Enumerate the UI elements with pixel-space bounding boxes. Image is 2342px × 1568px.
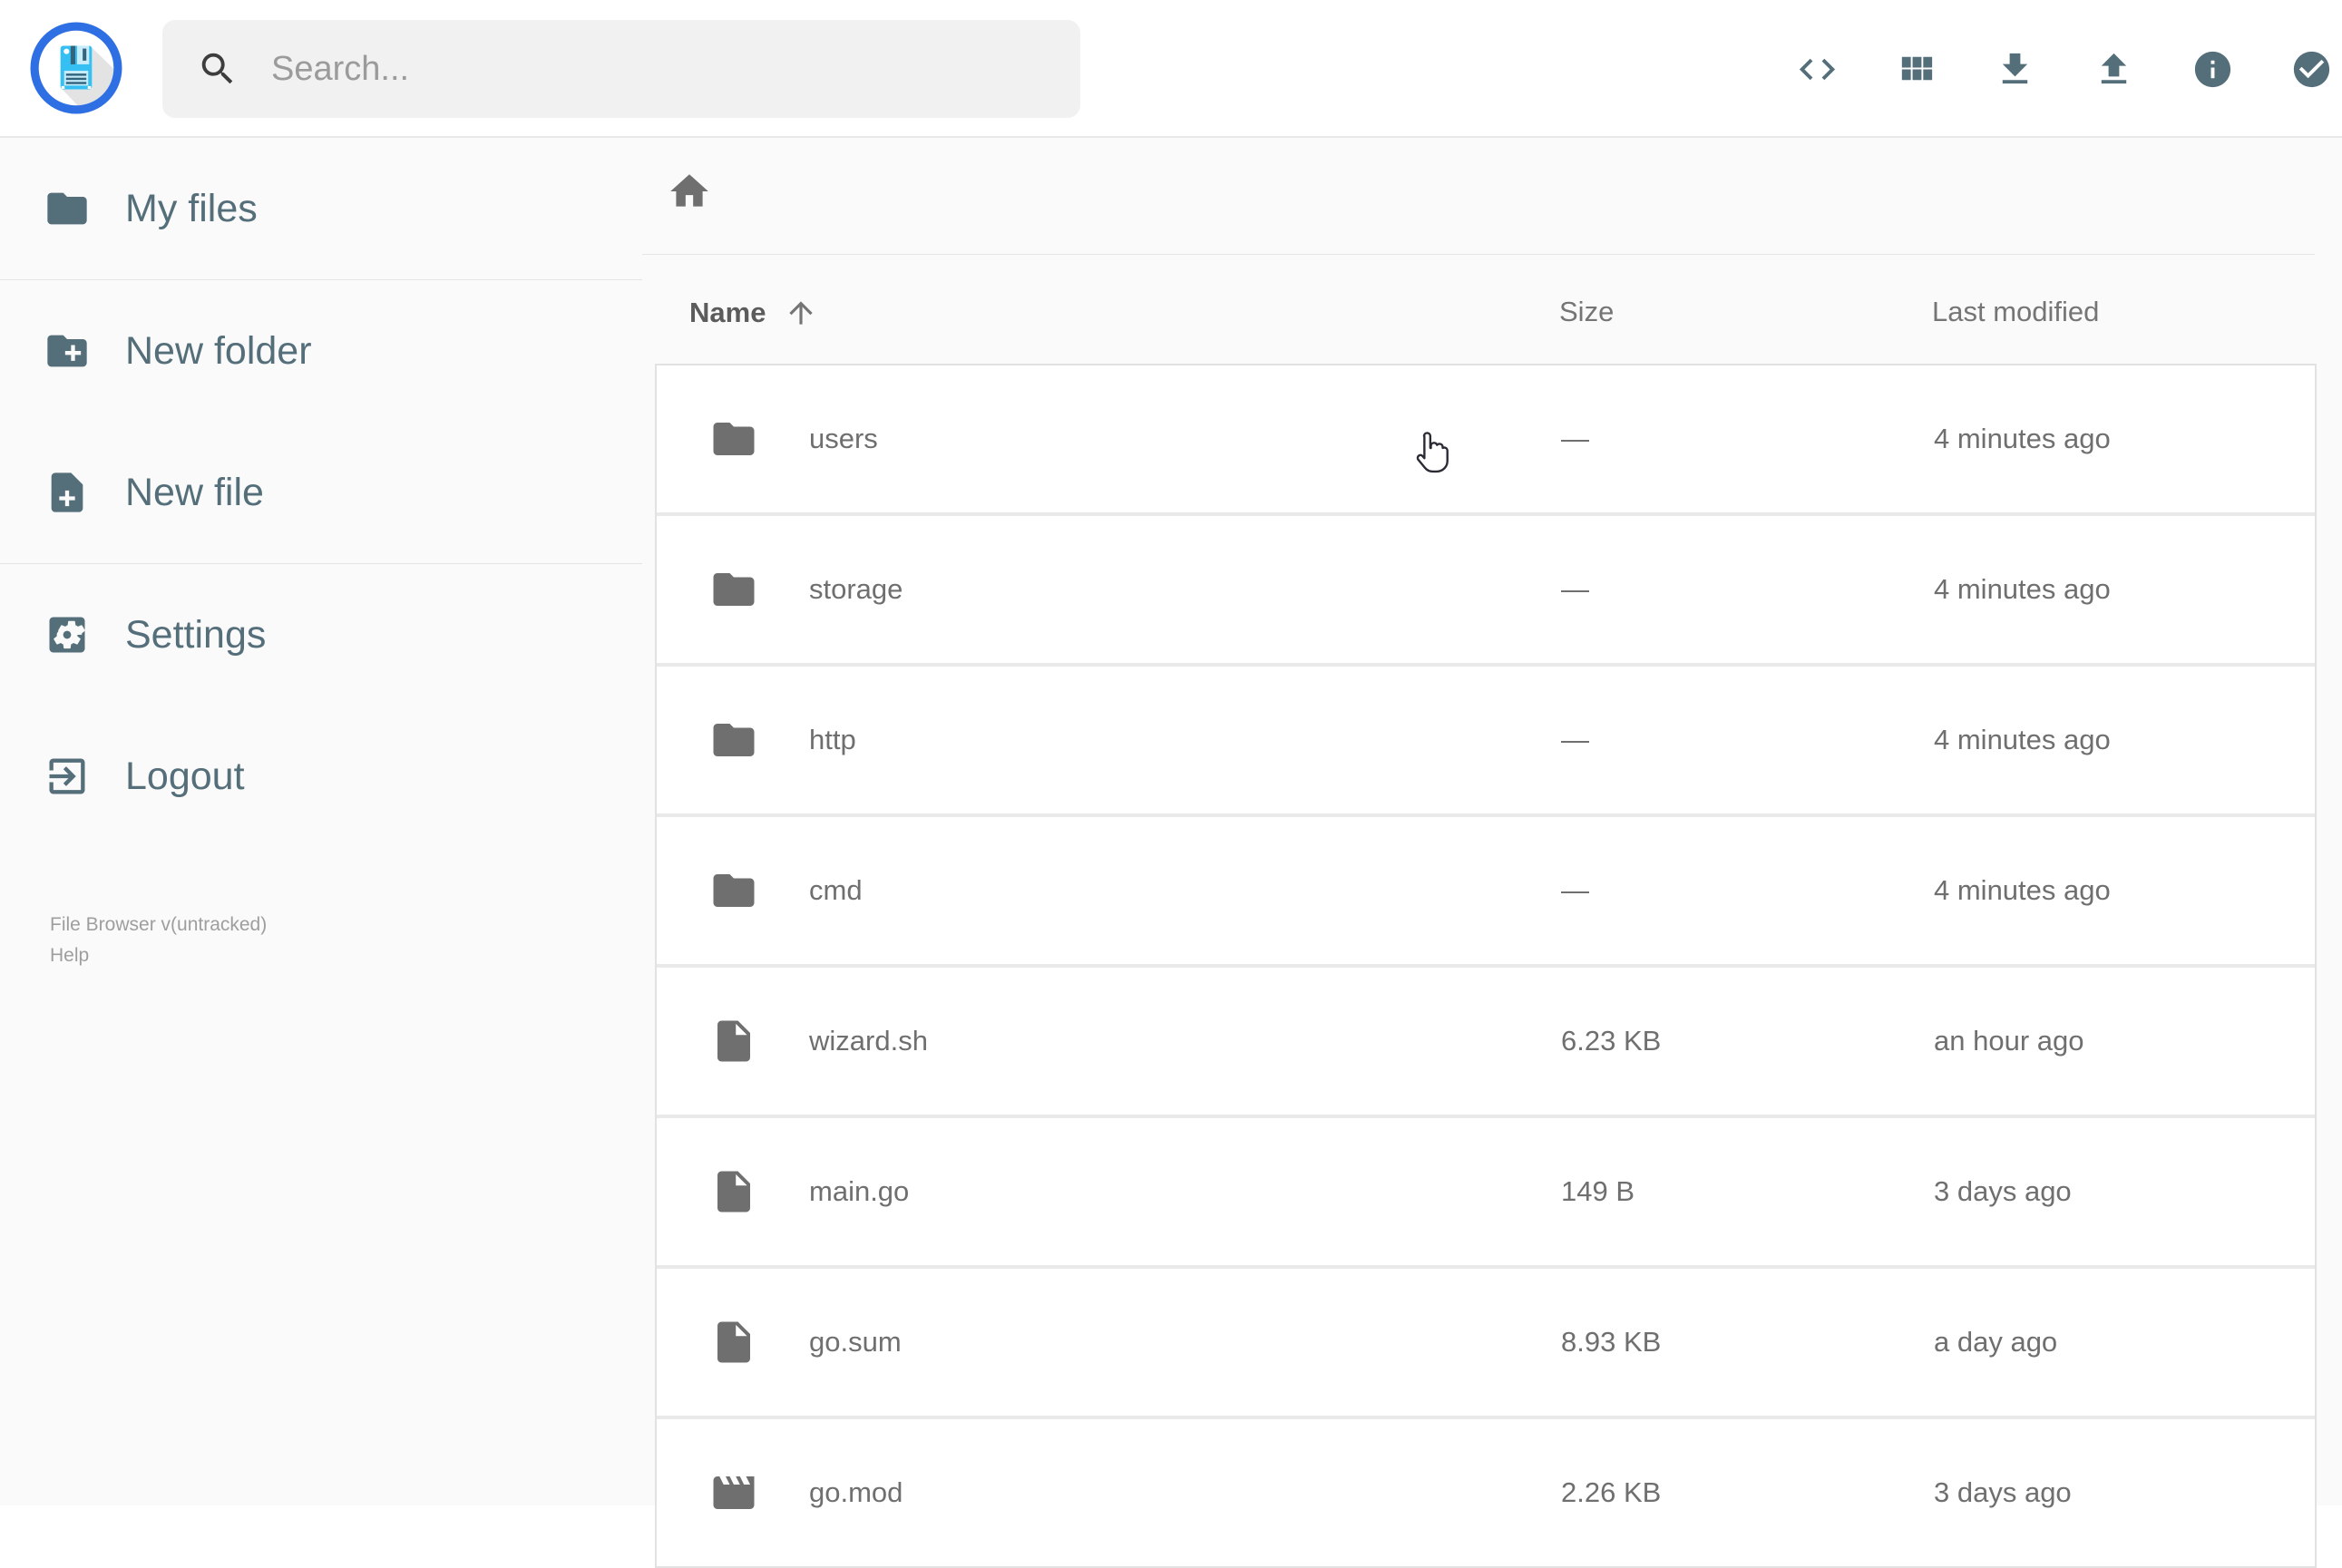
sidebar-item-label: New folder (125, 329, 312, 374)
select-multiple-button[interactable] (2290, 48, 2333, 91)
breadcrumb-home-button[interactable] (667, 169, 712, 214)
file-name: wizard.sh (809, 1025, 928, 1057)
sidebar-item-settings[interactable]: Settings (0, 564, 642, 706)
sort-ascending-icon (784, 296, 818, 330)
file-modified: 4 minutes ago (1934, 573, 2111, 606)
table-row[interactable]: cmd — 4 minutes ago (657, 817, 2315, 964)
new-folder-icon (44, 327, 91, 375)
info-icon (2191, 48, 2234, 91)
file-name: go.sum (809, 1326, 902, 1359)
sidebar-item-label: Settings (125, 613, 266, 657)
folder-icon (709, 565, 758, 614)
file-size: — (1561, 724, 1589, 756)
settings-icon (44, 611, 91, 658)
download-icon (1994, 48, 2036, 91)
file-name: users (809, 423, 878, 455)
column-header-name[interactable]: Name (689, 296, 818, 330)
folder-icon (709, 716, 758, 765)
table-row[interactable]: go.mod 2.26 KB 3 days ago (657, 1419, 2315, 1566)
file-name: go.mod (809, 1476, 903, 1509)
sidebar: My files New folder New file Settings Lo… (0, 138, 642, 1505)
home-icon (667, 169, 712, 214)
table-row[interactable]: main.go 149 B 3 days ago (657, 1118, 2315, 1265)
file-name: main.go (809, 1175, 909, 1208)
file-modified: 4 minutes ago (1934, 724, 2111, 756)
file-modified: 4 minutes ago (1934, 874, 2111, 907)
file-name: http (809, 724, 856, 756)
file-size: 8.93 KB (1561, 1326, 1661, 1359)
code-icon (1796, 48, 1839, 91)
grid-view-button[interactable] (1895, 48, 1937, 91)
table-row[interactable]: go.sum 8.93 KB a day ago (657, 1269, 2315, 1416)
table-row[interactable]: storage — 4 minutes ago (657, 516, 2315, 663)
top-header (0, 0, 2342, 138)
sidebar-item-my-files[interactable]: My files (0, 138, 642, 279)
content-area: Name Size Last modified users — 4 minute… (642, 138, 2342, 1505)
listing-header: Name Size Last modified (642, 283, 2342, 341)
table-row[interactable]: wizard.sh 6.23 KB an hour ago (657, 968, 2315, 1115)
app-logo[interactable] (30, 22, 122, 114)
file-modified: 4 minutes ago (1934, 423, 2111, 455)
check-circle-icon (2290, 48, 2333, 91)
file-modified: a day ago (1934, 1326, 2057, 1359)
breadcrumb-divider (642, 254, 2315, 255)
help-link[interactable]: Help (50, 940, 89, 971)
sidebar-item-label: Logout (125, 755, 245, 799)
file-modified: an hour ago (1934, 1025, 2083, 1057)
toolbar (1796, 0, 2333, 138)
search-bar[interactable] (162, 20, 1080, 118)
download-button[interactable] (1994, 48, 2036, 91)
file-size: 149 B (1561, 1175, 1635, 1208)
sidebar-item-label: My files (125, 187, 258, 231)
table-row[interactable]: users — 4 minutes ago (657, 365, 2315, 512)
file-size: — (1561, 573, 1589, 606)
sidebar-item-label: New file (125, 471, 264, 515)
info-button[interactable] (2191, 48, 2234, 91)
folder-icon (709, 414, 758, 463)
sidebar-item-new-folder[interactable]: New folder (0, 280, 642, 422)
switch-view-button[interactable] (1796, 48, 1839, 91)
file-modified: 3 days ago (1934, 1476, 2072, 1509)
file-icon (709, 1167, 758, 1216)
logout-icon (44, 753, 91, 800)
file-size: 2.26 KB (1561, 1476, 1661, 1509)
column-header-size[interactable]: Size (1559, 296, 1614, 328)
file-icon (709, 1318, 758, 1367)
file-name: storage (809, 573, 903, 606)
movie-icon (709, 1468, 758, 1517)
file-size: — (1561, 423, 1589, 455)
sidebar-item-logout[interactable]: Logout (0, 706, 642, 847)
file-name: cmd (809, 874, 863, 907)
view-module-icon (1895, 48, 1937, 91)
column-header-modified[interactable]: Last modified (1932, 296, 2099, 328)
folder-icon (44, 185, 91, 232)
folder-icon (709, 866, 758, 915)
search-input[interactable] (271, 50, 1059, 89)
table-row[interactable]: http — 4 minutes ago (657, 667, 2315, 813)
upload-icon (2093, 48, 2135, 91)
sidebar-item-new-file[interactable]: New file (0, 422, 642, 563)
app-version-label: File Browser v(untracked) (50, 910, 267, 940)
file-size: 6.23 KB (1561, 1025, 1661, 1057)
main-area: My files New folder New file Settings Lo… (0, 138, 2342, 1505)
sidebar-nav: My files New folder New file Settings Lo… (0, 138, 642, 847)
file-icon (709, 1017, 758, 1066)
sidebar-footer: File Browser v(untracked) Help (50, 910, 267, 971)
file-size: — (1561, 874, 1589, 907)
search-icon (197, 48, 239, 90)
new-file-icon (44, 469, 91, 516)
file-list: users — 4 minutes ago storage — 4 minute… (655, 364, 2317, 1568)
upload-button[interactable] (2093, 48, 2135, 91)
column-name-label: Name (689, 297, 766, 329)
floppy-logo-icon (30, 22, 122, 114)
file-modified: 3 days ago (1934, 1175, 2072, 1208)
